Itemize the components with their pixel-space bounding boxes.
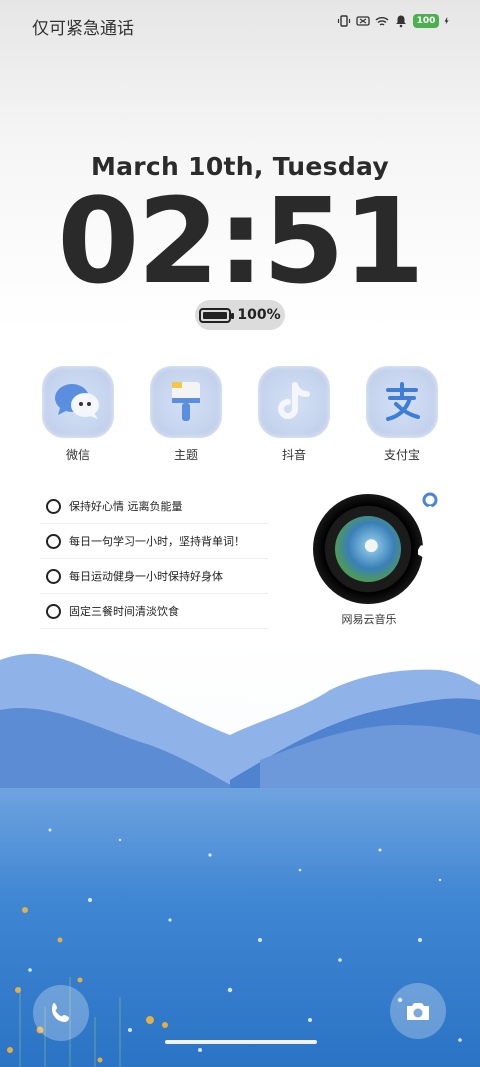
todo-text: 每日一句学习一小时，坚持背单词！ bbox=[69, 535, 245, 548]
app-label: 微信 bbox=[65, 448, 90, 462]
todo-item[interactable]: 固定三餐时间清淡饮食 bbox=[40, 594, 268, 629]
checkbox[interactable] bbox=[46, 533, 61, 549]
phone-icon bbox=[52, 1003, 69, 1022]
status-battery: 100 bbox=[413, 14, 439, 28]
camera-icon bbox=[407, 1003, 429, 1020]
no-sim-icon bbox=[356, 16, 370, 26]
music-label: 网易云音乐 bbox=[341, 613, 397, 626]
battery-indicator: 100% bbox=[195, 300, 285, 330]
todo-item[interactable]: 每日一句学习一小时，坚持背单词！ bbox=[40, 524, 268, 559]
battery-icon bbox=[199, 307, 235, 323]
app-wechat[interactable]: 微信 bbox=[33, 366, 123, 463]
camera-shortcut-button[interactable] bbox=[390, 983, 446, 1039]
todo-text: 固定三餐时间清淡饮食 bbox=[69, 605, 179, 618]
notification-icon bbox=[396, 15, 406, 28]
status-icons: 100 bbox=[337, 14, 452, 28]
todo-item[interactable]: 保持好心情 远离负能量 bbox=[40, 489, 268, 524]
app-douyin[interactable]: 抖音 bbox=[249, 366, 339, 463]
app-label: 支付宝 bbox=[383, 448, 420, 462]
tiktok-icon bbox=[258, 366, 330, 438]
checkbox[interactable] bbox=[46, 603, 61, 619]
checkbox[interactable] bbox=[46, 498, 61, 514]
lock-clock: 02:51 bbox=[57, 172, 425, 310]
theme-brush-icon bbox=[150, 366, 222, 438]
app-label: 主题 bbox=[173, 448, 198, 462]
todo-text: 每日运动健身一小时保持好身体 bbox=[69, 570, 223, 583]
home-indicator[interactable] bbox=[165, 1040, 317, 1044]
tonearm-icon bbox=[418, 492, 438, 557]
app-alipay[interactable]: 支付宝 bbox=[357, 366, 447, 463]
alipay-icon bbox=[366, 366, 438, 438]
wifi-icon bbox=[375, 17, 389, 26]
app-theme[interactable]: 主题 bbox=[141, 366, 231, 463]
vibrate-icon bbox=[337, 15, 351, 27]
album-cover bbox=[335, 516, 401, 582]
todo-text: 保持好心情 远离负能量 bbox=[69, 500, 183, 513]
status-bar: 仅可紧急通话 100 bbox=[0, 0, 480, 48]
todo-widget: 保持好心情 远离负能量 每日一句学习一小时，坚持背单词！ 每日运动健身一小时保持… bbox=[40, 489, 268, 629]
music-widget[interactable]: 网易云音乐 bbox=[310, 490, 440, 630]
carrier-text: 仅可紧急通话 bbox=[32, 19, 134, 39]
app-label: 抖音 bbox=[281, 448, 306, 462]
todo-item[interactable]: 每日运动健身一小时保持好身体 bbox=[40, 559, 268, 594]
wechat-icon bbox=[42, 366, 114, 438]
phone-shortcut-button[interactable] bbox=[33, 985, 89, 1041]
vinyl-record-icon bbox=[313, 494, 423, 604]
checkbox[interactable] bbox=[46, 568, 61, 584]
battery-percent: 100% bbox=[237, 307, 281, 323]
charging-icon bbox=[444, 17, 449, 25]
